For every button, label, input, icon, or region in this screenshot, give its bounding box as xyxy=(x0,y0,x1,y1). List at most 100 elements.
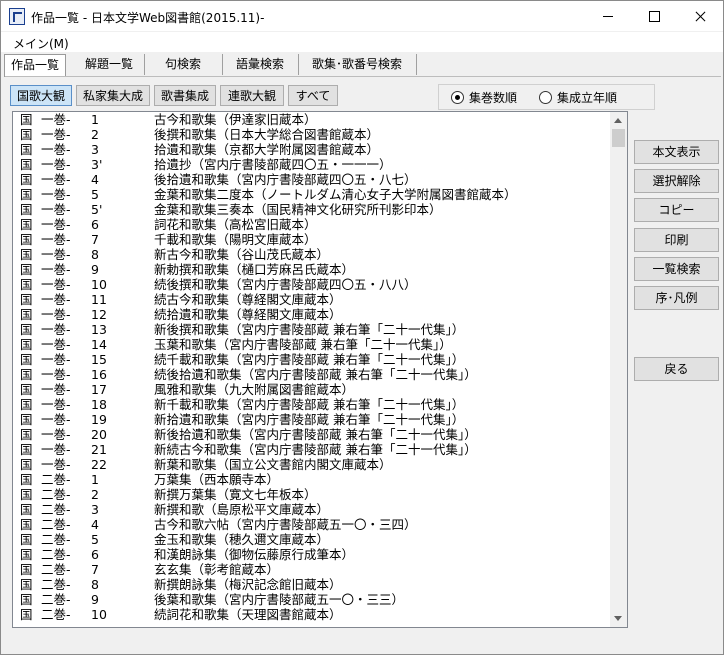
title-cell: 古今和歌集（伊達家旧蔵本） xyxy=(154,112,317,127)
source-cell: 国 xyxy=(20,322,33,337)
number-cell: 9 xyxy=(91,592,99,607)
list-item[interactable]: 国二巻- 6 和漢朗詠集（御物伝藤原行成筆本） xyxy=(13,547,609,562)
volume-cell: 一巻- xyxy=(41,142,71,157)
scroll-down-icon[interactable] xyxy=(610,610,627,627)
list-item[interactable]: 国一巻- 6 詞花和歌集（高松宮旧蔵本） xyxy=(13,217,609,232)
tab-phrase-search[interactable]: 句検索 xyxy=(144,54,223,75)
number-cell: 2 xyxy=(91,487,99,502)
number-cell: 7 xyxy=(91,562,99,577)
view-text-button[interactable]: 本文表示 xyxy=(634,140,719,164)
list-item[interactable]: 国一巻- 7 千載和歌集（陽明文庫蔵本） xyxy=(13,232,609,247)
list-item[interactable]: 国一巻- 16 続後拾遺和歌集（宮内庁書陵部蔵 兼右筆「二十一代集」） xyxy=(13,367,609,382)
list-item[interactable]: 国一巻- 5' 金葉和歌集三奏本（国民精神文化研究所刊影印本） xyxy=(13,202,609,217)
list-item[interactable]: 国一巻- 21 新続古今和歌集（宮内庁書陵部蔵 兼右筆「二十一代集」） xyxy=(13,442,609,457)
filter-kokka-taikan-button[interactable]: 国歌大観 xyxy=(10,85,72,106)
title-cell: 風雅和歌集（九大附属図書館蔵本） xyxy=(154,382,355,397)
source-cell: 国 xyxy=(20,412,33,427)
scroll-up-icon[interactable] xyxy=(610,112,627,129)
title-cell: 新撰和歌（島原松平文庫蔵本） xyxy=(154,502,330,517)
list-item[interactable]: 国二巻- 3 新撰和歌（島原松平文庫蔵本） xyxy=(13,502,609,517)
list-item[interactable]: 国一巻- 17 風雅和歌集（九大附属図書館蔵本） xyxy=(13,382,609,397)
list-item[interactable]: 国一巻- 1 古今和歌集（伊達家旧蔵本） xyxy=(13,112,609,127)
number-cell: 2 xyxy=(91,127,99,142)
number-cell: 22 xyxy=(91,457,107,472)
maximize-icon[interactable] xyxy=(631,1,677,31)
source-cell: 国 xyxy=(20,427,33,442)
list-item[interactable]: 国二巻- 8 新撰朗詠集（梅沢記念館旧蔵本） xyxy=(13,577,609,592)
preface-button[interactable]: 序･凡例 xyxy=(634,286,719,310)
list-item[interactable]: 国一巻- 19 新拾遺和歌集（宮内庁書陵部蔵 兼右筆「二十一代集」） xyxy=(13,412,609,427)
menu-main[interactable]: メイン(M) xyxy=(13,35,69,52)
tab-works-list[interactable]: 作品一覧 xyxy=(4,54,66,77)
list-item[interactable]: 国一巻- 10 続後撰和歌集（宮内庁書陵部蔵四〇五・八八） xyxy=(13,277,609,292)
filter-renga-taikan-button[interactable]: 連歌大観 xyxy=(220,85,284,106)
list-item[interactable]: 国二巻- 1 万葉集（西本願寺本） xyxy=(13,472,609,487)
tab-commentary-list[interactable]: 解題一覧 xyxy=(74,54,145,75)
list-item[interactable]: 国一巻- 3' 拾遺抄（宮内庁書陵部蔵四〇五・一一一） xyxy=(13,157,609,172)
tab-collection-number-search[interactable]: 歌集･歌番号検索 xyxy=(298,54,417,75)
volume-cell: 二巻- xyxy=(41,562,71,577)
source-cell: 国 xyxy=(20,607,33,622)
filter-all-button[interactable]: すべて xyxy=(288,85,338,106)
source-cell: 国 xyxy=(20,172,33,187)
list-item[interactable]: 国二巻- 9 後葉和歌集（宮内庁書陵部蔵五一〇・三三） xyxy=(13,592,609,607)
back-button[interactable]: 戻る xyxy=(634,357,719,381)
title-cell: 続詞花和歌集（天理図書館蔵本） xyxy=(154,607,342,622)
list-item[interactable]: 国一巻- 15 続千載和歌集（宮内庁書陵部蔵 兼右筆「二十一代集」） xyxy=(13,352,609,367)
filter-kasho-shusei-button[interactable]: 歌書集成 xyxy=(154,85,216,106)
list-item[interactable]: 国一巻- 12 続拾遺和歌集（尊経閣文庫蔵本） xyxy=(13,307,609,322)
close-icon[interactable] xyxy=(677,1,723,31)
volume-cell: 一巻- xyxy=(41,367,71,382)
volume-cell: 一巻- xyxy=(41,187,71,202)
filter-shikashu-taisei-button[interactable]: 私家集大成 xyxy=(76,85,150,106)
number-cell: 7 xyxy=(91,232,99,247)
title-cell: 続拾遺和歌集（尊経閣文庫蔵本） xyxy=(154,307,342,322)
sort-by-volume-radio[interactable]: 集巻数順 xyxy=(451,89,517,106)
number-cell: 3' xyxy=(91,157,103,172)
list-item[interactable]: 国一巻- 8 新古今和歌集（谷山茂氏蔵本） xyxy=(13,247,609,262)
volume-cell: 一巻- xyxy=(41,442,71,457)
list-item[interactable]: 国一巻- 2 後撰和歌集（日本大学総合図書館蔵本） xyxy=(13,127,609,142)
deselect-button[interactable]: 選択解除 xyxy=(634,169,719,193)
list-item[interactable]: 国一巻- 9 新勅撰和歌集（樋口芳麻呂氏蔵本） xyxy=(13,262,609,277)
list-item[interactable]: 国一巻- 13 新後撰和歌集（宮内庁書陵部蔵 兼右筆「二十一代集」） xyxy=(13,322,609,337)
tab-vocab-search[interactable]: 語彙検索 xyxy=(222,54,299,75)
title-cell: 新古今和歌集（谷山茂氏蔵本） xyxy=(154,247,330,262)
list-item[interactable]: 国二巻- 5 金玉和歌集（穂久邇文庫蔵本） xyxy=(13,532,609,547)
title-cell: 金葉和歌集二度本（ノートルダム清心女子大学附属図書館蔵本） xyxy=(154,187,517,202)
works-listbox[interactable]: 国一巻- 1 古今和歌集（伊達家旧蔵本）国一巻- 2 後撰和歌集（日本大学総合図書館蔵本… xyxy=(12,111,628,628)
list-item[interactable]: 国二巻- 2 新撰万葉集（寛文七年板本） xyxy=(13,487,609,502)
vertical-scrollbar[interactable] xyxy=(610,112,627,627)
list-item[interactable]: 国二巻- 7 玄玄集（彰考館蔵本） xyxy=(13,562,609,577)
source-cell: 国 xyxy=(20,262,33,277)
volume-cell: 一巻- xyxy=(41,172,71,187)
list-item[interactable]: 国一巻- 20 新後拾遺和歌集（宮内庁書陵部蔵 兼右筆「二十一代集」） xyxy=(13,427,609,442)
source-cell: 国 xyxy=(20,382,33,397)
title-cell: 続千載和歌集（宮内庁書陵部蔵 兼右筆「二十一代集」） xyxy=(154,352,465,367)
list-item[interactable]: 国一巻- 3 拾遺和歌集（京都大学附属図書館蔵本） xyxy=(13,142,609,157)
scroll-thumb[interactable] xyxy=(612,129,625,147)
list-item[interactable]: 国一巻- 14 玉葉和歌集（宮内庁書陵部蔵 兼右筆「二十一代集」） xyxy=(13,337,609,352)
copy-button[interactable]: コピー xyxy=(634,198,719,222)
list-item[interactable]: 国二巻- 10 続詞花和歌集（天理図書館蔵本） xyxy=(13,607,609,622)
volume-cell: 二巻- xyxy=(41,502,71,517)
list-item[interactable]: 国一巻- 22 新葉和歌集（国立公文書館内閣文庫蔵本） xyxy=(13,457,609,472)
number-cell: 6 xyxy=(91,217,99,232)
title-cell: 続後拾遺和歌集（宮内庁書陵部蔵 兼右筆「二十一代集」） xyxy=(154,367,477,382)
list-item[interactable]: 国一巻- 11 続古今和歌集（尊経閣文庫蔵本） xyxy=(13,292,609,307)
title-cell: 後撰和歌集（日本大学総合図書館蔵本） xyxy=(154,127,380,142)
list-item[interactable]: 国二巻- 4 古今和歌六帖（宮内庁書陵部蔵五一〇・三四） xyxy=(13,517,609,532)
source-cell: 国 xyxy=(20,307,33,322)
source-cell: 国 xyxy=(20,202,33,217)
list-item[interactable]: 国一巻- 4 後拾遺和歌集（宮内庁書陵部蔵四〇五・八七） xyxy=(13,172,609,187)
list-item[interactable]: 国一巻- 18 新千載和歌集（宮内庁書陵部蔵 兼右筆「二十一代集」） xyxy=(13,397,609,412)
minimize-icon[interactable] xyxy=(585,1,631,31)
print-button[interactable]: 印刷 xyxy=(634,228,719,252)
title-bar[interactable]: 作品一覧 - 日本文学Web図書館(2015.11)- xyxy=(1,1,723,31)
list-item[interactable]: 国一巻- 5 金葉和歌集二度本（ノートルダム清心女子大学附属図書館蔵本） xyxy=(13,187,609,202)
number-cell: 10 xyxy=(91,277,107,292)
sort-by-volume-label: 集巻数順 xyxy=(469,91,518,105)
title-cell: 玉葉和歌集（宮内庁書陵部蔵 兼右筆「二十一代集」） xyxy=(154,337,452,352)
sort-by-year-radio[interactable]: 集成立年順 xyxy=(539,89,617,106)
list-search-button[interactable]: 一覧検索 xyxy=(634,257,719,281)
